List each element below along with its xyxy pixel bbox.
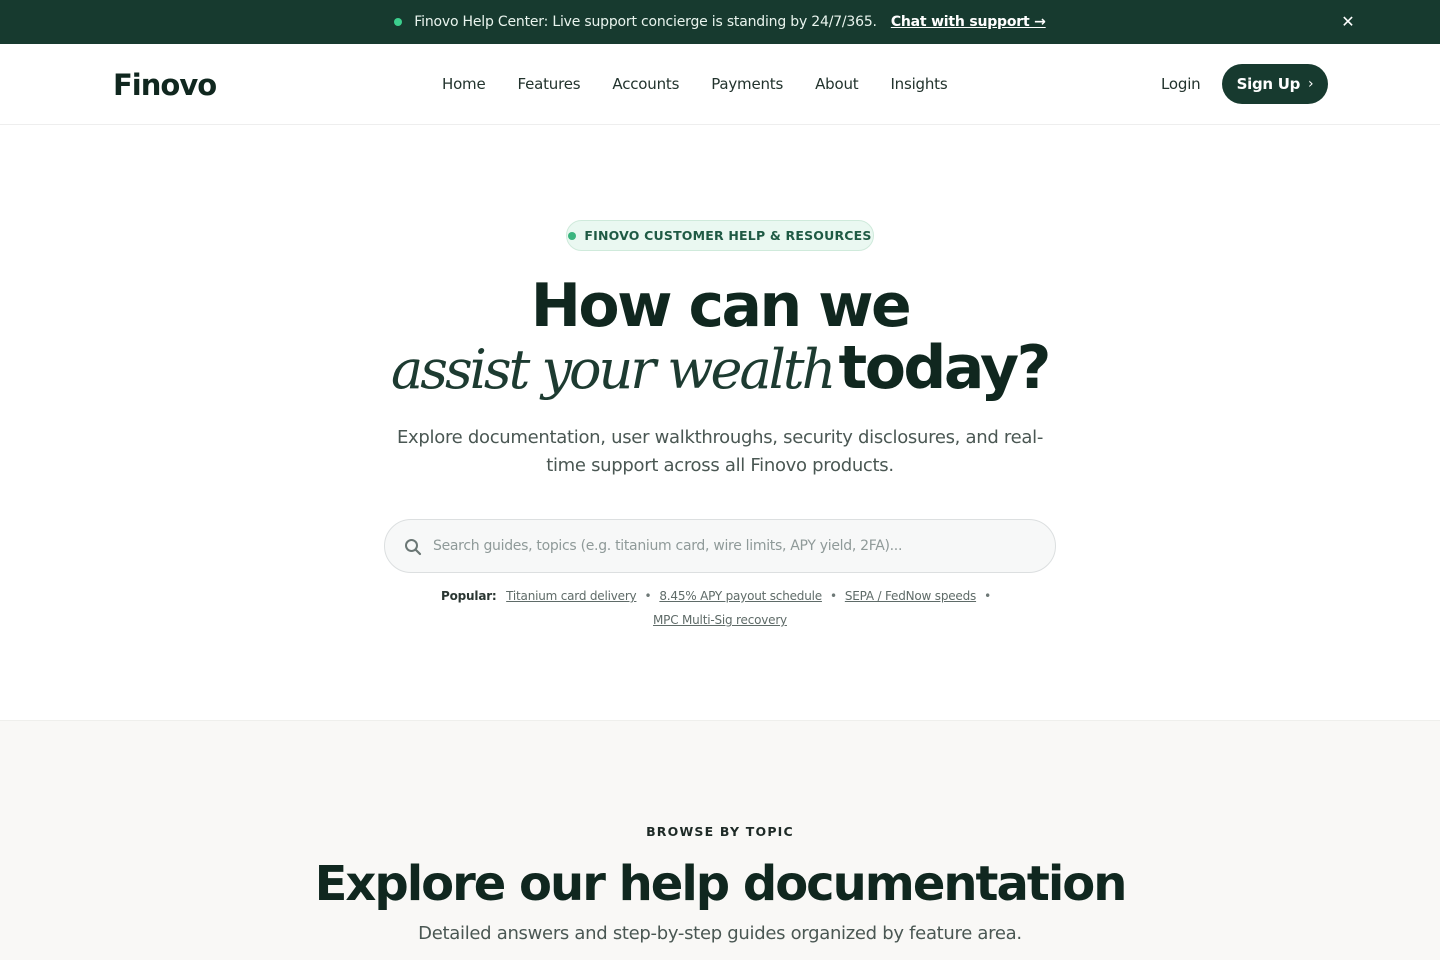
nav-link-payments[interactable]: Payments: [711, 75, 783, 93]
chevron-right-icon: ›: [1308, 76, 1314, 92]
hero-title-italic: assist your wealth: [391, 338, 836, 401]
close-icon[interactable]: ✕: [1338, 12, 1358, 32]
hero-title-line2: assist your wealth today?: [0, 332, 1440, 419]
browse-title: Explore our help documentation: [314, 856, 1128, 912]
hero-badge: FINOVO CUSTOMER HELP & RESOURCES: [566, 220, 874, 251]
hero-title-bold: today?: [838, 333, 1052, 403]
browse-subtitle: Detailed answers and step-by-step guides…: [418, 923, 1022, 944]
top-navigation: Finovo Home Features Accounts Payments A…: [0, 44, 1440, 125]
sign-up-button[interactable]: Sign Up ›: [1222, 64, 1328, 104]
separator-dot: •: [829, 589, 837, 603]
sign-up-label: Sign Up: [1236, 75, 1301, 93]
popular-link-apy-payout[interactable]: 8.45% APY payout schedule: [659, 589, 822, 603]
badge-dot-icon: [568, 231, 577, 240]
announcement-content: Finovo Help Center: Live support concier…: [0, 0, 1440, 44]
hero-subtitle: Explore documentation, user walkthroughs…: [396, 427, 1044, 476]
search-input[interactable]: [433, 520, 1033, 572]
nav-link-about[interactable]: About: [815, 75, 859, 93]
separator-dot: •: [644, 589, 652, 603]
separator-dot: •: [984, 589, 991, 603]
nav-link-insights[interactable]: Insights: [890, 75, 947, 93]
popular-searches: Popular: Titanium card delivery • 8.45% AP…: [380, 584, 1060, 632]
help-search-bar[interactable]: [384, 519, 1056, 573]
announcement-message: Finovo Help Center: Live support concier…: [414, 14, 877, 30]
status-dot-icon: [394, 18, 403, 26]
announcement-bar: Finovo Help Center: Live support concier…: [0, 0, 1440, 44]
chat-with-support-link[interactable]: Chat with support →: [891, 14, 1046, 30]
logo[interactable]: Finovo: [113, 68, 217, 102]
popular-link-mpc-recovery[interactable]: MPC Multi-Sig recovery: [653, 613, 787, 627]
hero-badge-label: FINOVO CUSTOMER HELP & RESOURCES: [584, 228, 872, 243]
nav-link-features[interactable]: Features: [518, 75, 581, 93]
popular-link-titanium-card[interactable]: Titanium card delivery: [506, 589, 636, 603]
search-icon: [405, 539, 422, 556]
login-link[interactable]: Login: [1161, 75, 1201, 93]
popular-link-sepa-fednow[interactable]: SEPA / FedNow speeds: [845, 589, 976, 603]
nav-link-accounts[interactable]: Accounts: [612, 75, 679, 93]
nav-links: Home Features Accounts Payments About In…: [442, 75, 979, 93]
nav-link-home[interactable]: Home: [442, 75, 486, 93]
browse-section: BROWSE BY TOPIC Explore our help documen…: [0, 720, 1440, 960]
popular-label: Popular:: [441, 589, 497, 603]
browse-eyebrow: BROWSE BY TOPIC: [646, 824, 794, 839]
